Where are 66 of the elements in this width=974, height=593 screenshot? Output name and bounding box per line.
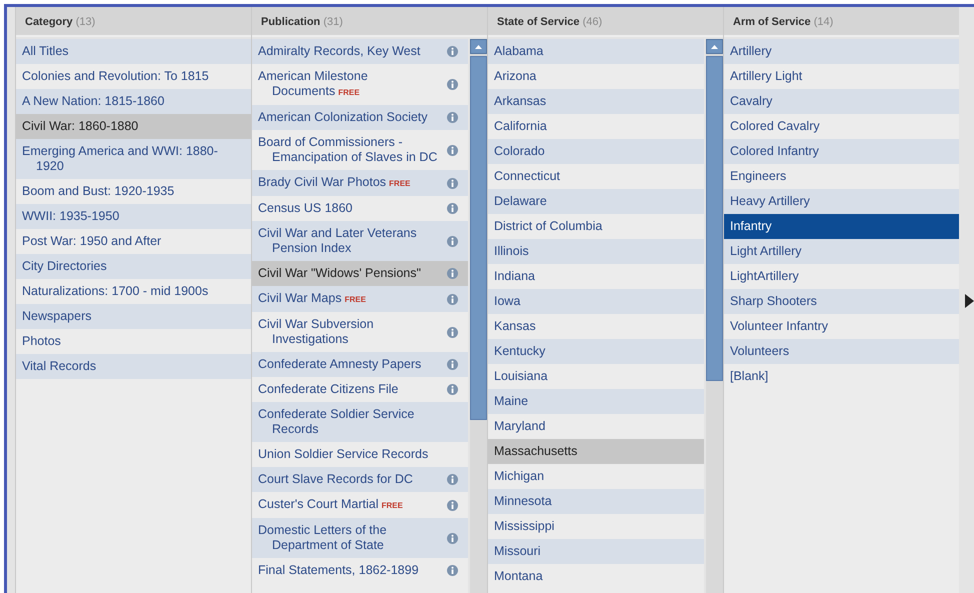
info-icon[interactable] <box>447 236 458 246</box>
list-item[interactable]: Confederate Soldier Service Records <box>252 402 468 442</box>
list-item[interactable]: Civil War and Later Veterans Pension Index <box>252 221 468 261</box>
info-icon[interactable] <box>447 500 458 510</box>
info-icon[interactable] <box>447 112 458 123</box>
info-icon[interactable] <box>447 565 458 576</box>
list-item[interactable]: Civil War "Widows' Pensions" <box>252 261 468 286</box>
list-item[interactable]: Confederate Amnesty Papers <box>252 352 468 377</box>
free-tag: FREE <box>338 88 360 97</box>
list-item[interactable]: Newspapers <box>16 304 251 329</box>
list-item[interactable]: Colored Infantry <box>724 139 959 164</box>
list-item[interactable]: Infantry <box>724 214 959 239</box>
right-arrow-icon[interactable] <box>965 294 974 308</box>
info-icon[interactable] <box>447 474 458 485</box>
list-item[interactable]: Cavalry <box>724 89 959 114</box>
list-item[interactable]: Illinois <box>488 239 704 264</box>
list-item[interactable]: Delaware <box>488 189 704 214</box>
info-icon[interactable] <box>447 532 458 544</box>
list-item[interactable]: Admiralty Records, Key West <box>252 39 468 64</box>
list-item[interactable]: Kentucky <box>488 339 704 364</box>
list-item[interactable]: City Directories <box>16 254 251 279</box>
list-item[interactable]: Missouri <box>488 539 704 564</box>
list-item[interactable]: Light Artillery <box>724 239 959 264</box>
info-icon[interactable] <box>447 268 458 279</box>
list-item[interactable]: Heavy Artillery <box>724 189 959 214</box>
column-header[interactable]: State of Service (46) <box>488 7 723 37</box>
info-icon[interactable] <box>447 178 458 188</box>
list-item[interactable]: Iowa <box>488 289 704 314</box>
list-item[interactable]: A New Nation: 1815-1860 <box>16 89 251 114</box>
list-item[interactable]: Brady Civil War Photos FREE <box>252 170 468 196</box>
info-icon[interactable] <box>447 384 458 395</box>
list-item[interactable]: Vital Records <box>16 354 251 379</box>
list-item[interactable]: Massachusetts <box>488 439 704 464</box>
list-item[interactable]: WWII: 1935-1950 <box>16 204 251 229</box>
info-icon[interactable] <box>447 203 458 214</box>
scrollbar[interactable] <box>706 39 723 593</box>
list-item[interactable]: Sharp Shooters <box>724 289 959 314</box>
info-icon[interactable] <box>447 294 458 304</box>
list-item[interactable]: Civil War Maps FREE <box>252 286 468 312</box>
column-header[interactable]: Category (13) <box>16 7 251 37</box>
info-icon[interactable] <box>447 144 458 156</box>
free-tag: FREE <box>381 501 403 510</box>
list-item[interactable]: Colorado <box>488 139 704 164</box>
up-arrow-icon[interactable] <box>475 44 482 48</box>
info-icon[interactable] <box>447 79 458 90</box>
info-icon[interactable] <box>447 46 458 57</box>
list-item[interactable]: Emerging America and WWI: 1880-1920 <box>16 139 251 179</box>
list-item[interactable]: Volunteers <box>724 339 959 364</box>
list-item[interactable]: American Colonization Society <box>252 105 468 130</box>
info-icon[interactable] <box>447 359 458 370</box>
list-item[interactable]: Arkansas <box>488 89 704 114</box>
list-item[interactable]: Civil War: 1860-1880 <box>16 114 251 139</box>
free-tag: FREE <box>389 179 410 188</box>
list-item[interactable]: All Titles <box>16 39 251 64</box>
list-item[interactable]: Artillery <box>724 39 959 64</box>
list-item[interactable]: Minnesota <box>488 489 704 514</box>
list-item[interactable]: Maine <box>488 389 704 414</box>
list-item[interactable]: Alabama <box>488 39 704 64</box>
list-item[interactable]: Court Slave Records for DC <box>252 467 468 492</box>
info-icon[interactable] <box>447 326 458 338</box>
free-tag: FREE <box>344 295 366 304</box>
up-arrow-icon[interactable] <box>711 44 718 48</box>
list-item[interactable]: Domestic Letters of the Department of State <box>252 518 468 558</box>
scrollbar[interactable] <box>470 39 487 593</box>
column-header[interactable]: Publication (31) <box>252 7 487 37</box>
column-header[interactable]: Arm of Service (14) <box>724 7 959 37</box>
